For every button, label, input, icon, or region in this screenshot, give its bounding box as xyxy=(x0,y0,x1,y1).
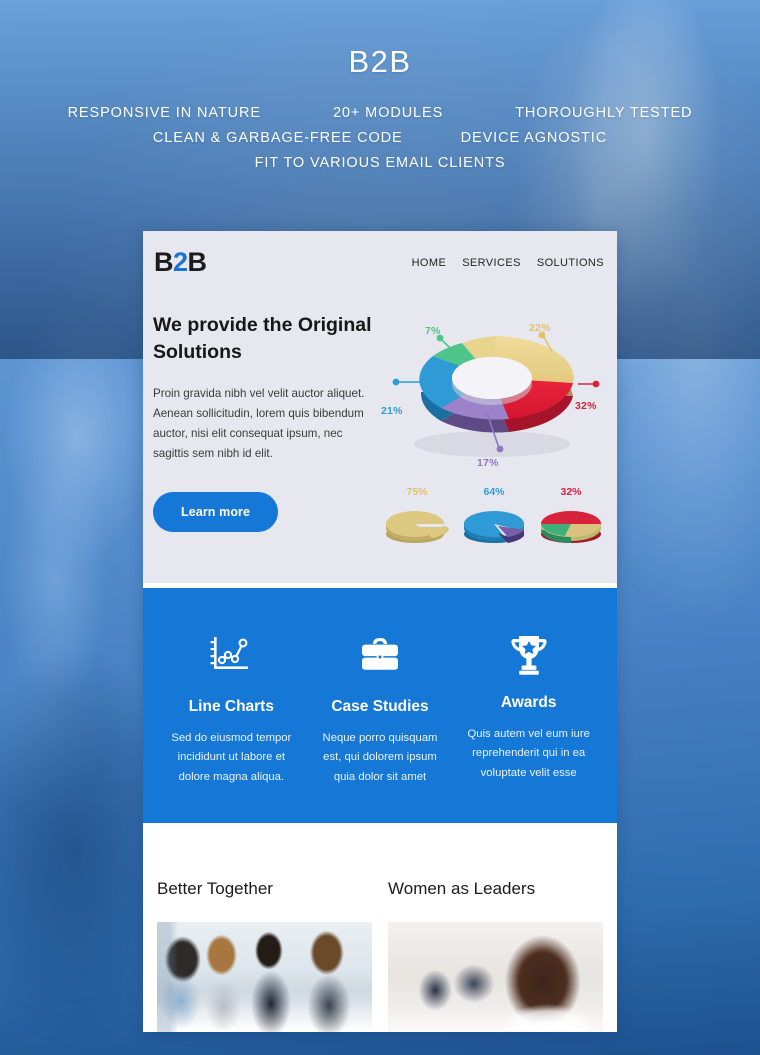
logo-b-last: B xyxy=(187,247,208,277)
promo-feature-modules: 20+ MODULES xyxy=(332,105,444,121)
features-section: Line Charts Sed do eiusmod tempor incidi… xyxy=(143,588,617,824)
donut-label-17: 17% xyxy=(477,457,499,469)
donut-label-22: 22% xyxy=(529,322,551,334)
pie-64-svg xyxy=(464,511,524,543)
feature-title-case-studies: Case Studies xyxy=(331,698,429,715)
email-logo[interactable]: B2B xyxy=(153,247,207,278)
promo-feature-tested: THOROUGHLY TESTED xyxy=(515,105,693,121)
donut-label-7: 7% xyxy=(425,325,441,337)
email-header: B2B HOME SERVICES SOLUTIONS xyxy=(143,231,617,294)
pie-label-32: 32% xyxy=(560,486,582,498)
hero-body-text: Proin gravida nibh vel velit auctor aliq… xyxy=(153,386,365,460)
promo-feature-responsive: RESPONSIVE IN NATURE xyxy=(67,105,261,121)
feature-awards: Awards Quis autem vel eum iure reprehend… xyxy=(454,632,603,787)
bottom-column-better-together: Better Together xyxy=(157,879,372,1033)
donut-label-21: 21% xyxy=(381,405,403,417)
trophy-icon xyxy=(461,632,596,678)
donut-label-32: 32% xyxy=(575,400,597,412)
feature-line-charts: Line Charts Sed do eiusmod tempor incidi… xyxy=(157,632,306,787)
pie-label-64: 64% xyxy=(483,486,505,498)
pie-chart-64: 64% xyxy=(456,486,532,555)
email-template-preview: B2B HOME SERVICES SOLUTIONS We provide t… xyxy=(143,231,617,1033)
hero-title: We provide the Original Solutions xyxy=(153,314,372,363)
business-meeting-photo xyxy=(157,922,372,1033)
bottom-title-women-as-leaders: Women as Leaders xyxy=(388,879,536,899)
pie-label-75: 75% xyxy=(406,486,428,498)
briefcase-icon xyxy=(313,632,448,678)
promo-feature-row-1: RESPONSIVE IN NATURE 20+ MODULES THOROUG… xyxy=(0,105,760,121)
bottom-title-better-together: Better Together xyxy=(157,879,273,899)
pie-chart-32: 32% xyxy=(533,486,609,555)
promo-feature-clean-code: CLEAN & GARBAGE-FREE CODE xyxy=(152,130,403,146)
woman-leader-photo xyxy=(388,922,603,1033)
hero-copy: We provide the Original Solutions Proin … xyxy=(153,312,377,555)
feature-text-awards: Quis autem vel eum iure reprehenderit qu… xyxy=(467,728,590,779)
bottom-column-women-as-leaders: Women as Leaders xyxy=(388,879,603,1033)
promo-header: B2B RESPONSIVE IN NATURE 20+ MODULES THO… xyxy=(0,0,760,171)
promo-feature-device-agnostic: DEVICE AGNOSTIC xyxy=(460,130,608,146)
woman-leader-photo-image xyxy=(388,922,603,1033)
promo-feature-row-3: FIT TO VARIOUS EMAIL CLIENTS xyxy=(0,155,760,171)
feature-text-line-charts: Sed do eiusmod tempor incididunt ut labo… xyxy=(171,732,292,783)
promo-logo: B2B xyxy=(348,44,412,79)
page-root: B2B RESPONSIVE IN NATURE 20+ MODULES THO… xyxy=(0,0,760,1055)
pie-32-svg xyxy=(541,511,601,543)
business-meeting-photo-image xyxy=(157,922,372,1033)
pie-chart-75: 75% xyxy=(379,486,455,555)
line-chart-icon-svg xyxy=(210,637,249,669)
small-pie-charts: 75% 64% 32% xyxy=(379,486,609,555)
line-chart-icon xyxy=(164,632,299,678)
feature-title-line-charts: Line Charts xyxy=(188,698,274,715)
hero-section: We provide the Original Solutions Proin … xyxy=(143,294,617,583)
trophy-icon-svg xyxy=(511,636,547,675)
hero-charts: 22% 32% 17% 21% 7% 75% 64% 32% xyxy=(377,312,609,555)
logo-b-first: B xyxy=(154,247,174,277)
email-nav: HOME SERVICES SOLUTIONS xyxy=(396,257,604,269)
nav-item-solutions[interactable]: SOLUTIONS xyxy=(537,257,604,269)
briefcase-icon-svg xyxy=(362,638,398,670)
bottom-section: Better Together Women as Leaders xyxy=(143,823,617,1033)
learn-more-button[interactable]: Learn more xyxy=(153,491,279,532)
nav-item-home[interactable]: HOME xyxy=(412,257,447,269)
donut-chart: 22% 32% 17% 21% 7% xyxy=(377,316,607,476)
feature-case-studies: Case Studies Neque porro quisquam est, q… xyxy=(306,632,455,787)
promo-feature-email-clients: FIT TO VARIOUS EMAIL CLIENTS xyxy=(254,155,506,171)
pie-75-svg xyxy=(386,511,449,543)
feature-text-case-studies: Neque porro quisquam est, qui dolorem ip… xyxy=(322,732,438,783)
feature-title-awards: Awards xyxy=(500,694,557,711)
logo-2-accent: 2 xyxy=(173,247,188,277)
nav-item-services[interactable]: SERVICES xyxy=(462,257,521,269)
promo-feature-row-2: CLEAN & GARBAGE-FREE CODE DEVICE AGNOSTI… xyxy=(0,130,760,146)
donut-chart-svg xyxy=(392,331,600,457)
